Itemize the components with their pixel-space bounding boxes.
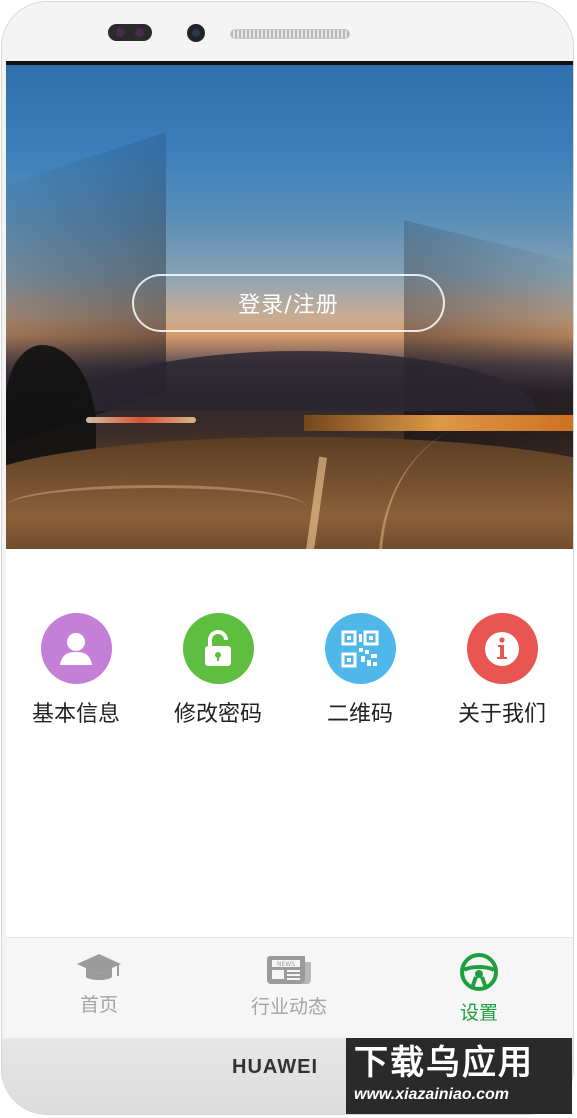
menu-item-basic-info[interactable]: 基本信息 bbox=[6, 613, 146, 728]
menu-item-label: 基本信息 bbox=[31, 702, 120, 727]
newspaper-icon: NEWS bbox=[267, 956, 311, 984]
watermark-url: www.xiazainiao.com bbox=[354, 1086, 510, 1103]
settings-menu: 基本信息 修改密码 二维码 关于我们 bbox=[6, 613, 573, 733]
proximity-sensor bbox=[108, 24, 152, 41]
top-bezel bbox=[2, 2, 573, 62]
tab-industry-news[interactable]: NEWS 行业动态 bbox=[214, 952, 364, 1019]
tab-label: 行业动态 bbox=[250, 996, 327, 1018]
menu-item-label: 修改密码 bbox=[173, 702, 262, 727]
tab-label: 首页 bbox=[79, 994, 118, 1016]
front-camera bbox=[187, 24, 205, 42]
phone-frame: 登录/注册 基本信息 修改密码 二维码 关于我们 首页 NEWS 行业动态 设置… bbox=[0, 0, 577, 1118]
site-watermark: 下载乌应用 www.xiazainiao.com bbox=[346, 1038, 572, 1114]
hero-banner: 登录/注册 bbox=[6, 65, 573, 549]
menu-item-change-password[interactable]: 修改密码 bbox=[148, 613, 288, 728]
tab-home[interactable]: 首页 bbox=[24, 952, 174, 1017]
menu-item-qr-code[interactable]: 二维码 bbox=[290, 613, 430, 728]
tab-settings[interactable]: 设置 bbox=[404, 952, 554, 1025]
unlock-icon bbox=[182, 613, 254, 684]
app-screen: 登录/注册 基本信息 修改密码 二维码 关于我们 首页 NEWS 行业动态 设置 bbox=[6, 61, 573, 1039]
watermark-title: 下载乌应用 bbox=[354, 1043, 534, 1083]
device-brand-logo: HUAWEI bbox=[232, 1056, 318, 1078]
menu-item-about-us[interactable]: 关于我们 bbox=[432, 613, 572, 728]
user-icon bbox=[40, 613, 112, 684]
bottom-tab-bar: 首页 NEWS 行业动态 设置 bbox=[6, 937, 573, 1038]
graduation-cap-icon bbox=[77, 954, 121, 980]
menu-item-label: 关于我们 bbox=[457, 702, 546, 727]
phone-shell: 登录/注册 基本信息 修改密码 二维码 关于我们 首页 NEWS 行业动态 设置 bbox=[1, 1, 574, 1115]
earpiece-speaker bbox=[230, 29, 350, 39]
svg-text:NEWS: NEWS bbox=[277, 961, 295, 968]
menu-item-label: 二维码 bbox=[326, 702, 393, 727]
steering-wheel-icon bbox=[460, 953, 498, 991]
qr-code-icon bbox=[324, 613, 396, 684]
login-register-button[interactable]: 登录/注册 bbox=[132, 274, 445, 332]
tab-label: 设置 bbox=[459, 1002, 498, 1024]
info-icon bbox=[466, 613, 538, 684]
